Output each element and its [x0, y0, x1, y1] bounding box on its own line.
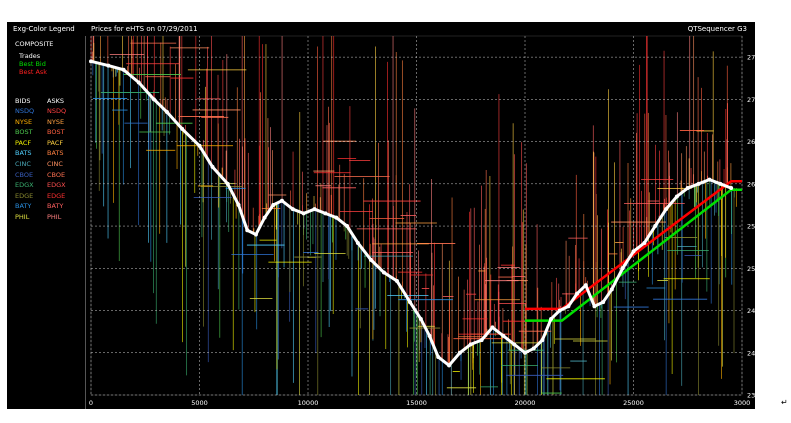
- trade-point: [729, 186, 734, 191]
- trade-point: [674, 194, 679, 199]
- x-tick-label: 25000: [623, 399, 644, 407]
- trade-point: [685, 186, 690, 191]
- y-tick-label: 24.00: [747, 349, 755, 357]
- trade-point: [236, 202, 241, 207]
- time-label: 09:33: [121, 408, 140, 409]
- y-tick-label: 26.50: [747, 138, 755, 146]
- trade-point: [279, 198, 284, 203]
- return-mark: ↵: [781, 398, 788, 407]
- y-tick-label: 26.00: [747, 180, 755, 188]
- y-tick-label: 27.00: [747, 96, 755, 104]
- trade-point: [180, 126, 185, 131]
- trade-point: [575, 291, 580, 296]
- trade-point: [447, 363, 452, 368]
- trade-point: [531, 346, 536, 351]
- trade-point: [225, 181, 230, 186]
- time-label: 09:36: [561, 408, 580, 409]
- trade-point: [468, 342, 473, 347]
- trade-point: [512, 342, 517, 347]
- trade-point: [696, 181, 701, 186]
- trade-point: [323, 211, 328, 216]
- x-tick-label: 15000: [406, 399, 427, 407]
- x-tick-label: 3000: [734, 399, 751, 407]
- trade-point: [631, 249, 636, 254]
- trade-point: [664, 207, 669, 212]
- x-tick-label: 5000: [191, 399, 208, 407]
- chart-window: Exg-Color Legend Prices for eHTS on 07/2…: [7, 22, 755, 409]
- x-tick-label: 10000: [298, 399, 319, 407]
- y-tick-label: 25.00: [747, 265, 755, 273]
- trade-point: [381, 270, 386, 275]
- trade-point: [334, 215, 339, 220]
- trade-point: [121, 67, 126, 72]
- x-tick-label: 20000: [515, 399, 536, 407]
- time-label: 09:34: [145, 408, 164, 409]
- x-tick-label: 0: [89, 399, 93, 407]
- trade-point: [164, 110, 169, 115]
- trade-point: [407, 300, 412, 305]
- trade-point: [490, 325, 495, 330]
- trade-point: [89, 59, 93, 64]
- y-tick-label: 24.50: [747, 307, 755, 315]
- trade-point: [312, 207, 317, 212]
- trade-point: [583, 283, 588, 288]
- trade-point: [523, 350, 527, 355]
- trade-point: [653, 224, 658, 229]
- trade-point: [271, 202, 276, 207]
- trade-point: [368, 257, 373, 262]
- trade-point: [718, 181, 723, 186]
- trade-point: [245, 228, 250, 233]
- price-chart: 23.5024.0024.5025.0025.5026.0026.5027.00…: [89, 35, 755, 409]
- trade-point: [540, 338, 545, 343]
- trade-point: [197, 143, 202, 148]
- trade-point: [210, 164, 215, 169]
- trade-point: [290, 207, 295, 212]
- y-tick-label: 25.50: [747, 223, 755, 231]
- time-label: 09:37: [728, 408, 747, 409]
- trade-point: [479, 338, 484, 343]
- trade-point: [394, 278, 399, 283]
- trade-point: [355, 240, 360, 245]
- trade-point: [609, 287, 614, 292]
- trade-point: [106, 63, 111, 68]
- trade-point: [262, 215, 267, 220]
- trade-point: [642, 240, 647, 245]
- time-label: 09:37: [650, 408, 669, 409]
- trade-point: [345, 224, 350, 229]
- trade-point: [253, 232, 258, 237]
- trade-point: [457, 350, 462, 355]
- trade-point: [707, 177, 712, 182]
- trade-point: [501, 333, 506, 338]
- trade-point: [301, 211, 306, 216]
- trade-point: [601, 300, 606, 305]
- trade-point: [418, 316, 423, 321]
- trade-point: [557, 308, 562, 313]
- trade-point: [427, 333, 432, 338]
- trade-point: [136, 80, 141, 85]
- y-tick-label: 27.50: [747, 54, 755, 62]
- trade-point: [549, 316, 554, 321]
- trade-point: [592, 304, 597, 309]
- trade-point: [436, 354, 441, 359]
- trade-point: [620, 266, 625, 271]
- trade-point: [151, 97, 156, 102]
- trade-point: [566, 304, 571, 309]
- time-label: 09:35: [262, 408, 281, 409]
